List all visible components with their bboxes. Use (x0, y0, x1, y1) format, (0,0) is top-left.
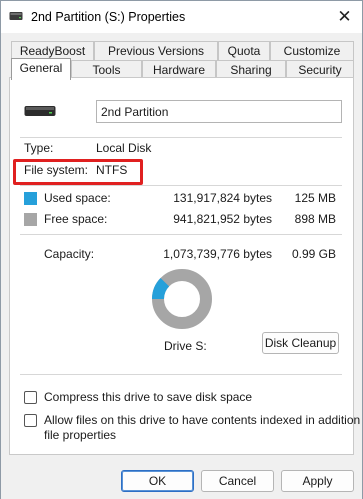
button-label: OK (148, 474, 167, 488)
free-space-size: 898 MB (294, 212, 336, 226)
tab-label: Quota (227, 44, 261, 58)
compress-label: Compress this drive to save disk space (44, 390, 253, 404)
used-space-label: Used space: (44, 191, 111, 205)
close-icon: ✕ (337, 7, 352, 26)
free-space-label: Free space: (44, 212, 108, 226)
button-label: Disk Cleanup (264, 336, 337, 350)
capacity-label: Capacity: (44, 247, 95, 261)
type-label: Type: (24, 141, 54, 155)
tab-general[interactable]: General (11, 58, 71, 80)
index-label-line2: file properties (44, 428, 117, 442)
drive-label: Drive S: (164, 339, 207, 353)
disk-cleanup-button[interactable]: Disk Cleanup (262, 332, 339, 354)
donut-free-segment (152, 269, 212, 329)
index-checkbox[interactable] (24, 414, 37, 427)
separator (20, 185, 342, 186)
button-label: Cancel (218, 474, 257, 488)
tab-label: Sharing (230, 63, 272, 77)
tab-label: General (19, 61, 63, 75)
separator (20, 374, 342, 375)
usage-donut-chart (152, 269, 212, 329)
drive-name-input[interactable] (96, 100, 342, 123)
button-label: Apply (302, 474, 333, 488)
free-space-bytes: 941,821,952 bytes (173, 212, 272, 226)
tab-quota[interactable]: Quota (218, 41, 270, 60)
apply-button[interactable]: Apply (281, 470, 354, 492)
window-title: 2nd Partition (S:) Properties (31, 10, 186, 24)
tab-label: Hardware (152, 63, 206, 77)
tab-label: Previous Versions (107, 44, 205, 58)
used-space-bytes: 131,917,824 bytes (173, 191, 272, 205)
close-button[interactable]: ✕ (327, 1, 362, 33)
type-value: Local Disk (96, 141, 152, 155)
ok-button[interactable]: OK (121, 470, 194, 492)
tab-previous-versions[interactable]: Previous Versions (94, 41, 218, 60)
dialog-client: ReadyBoost Previous Versions Quota Custo… (1, 33, 363, 499)
capacity-size: 0.99 GB (291, 247, 336, 261)
drive-icon (9, 12, 23, 20)
hard-drive-icon (24, 106, 56, 116)
tab-label: ReadyBoost (19, 44, 86, 58)
tab-label: Security (298, 63, 342, 77)
capacity-bytes: 1,073,739,776 bytes (163, 247, 272, 261)
used-space-size: 125 MB (294, 191, 336, 205)
separator (20, 137, 342, 138)
tab-label: Customize (283, 44, 341, 58)
title-bar[interactable]: 2nd Partition (S:) Properties ✕ (1, 1, 362, 33)
cancel-button[interactable]: Cancel (201, 470, 274, 492)
properties-window: 2nd Partition (S:) Properties ✕ ReadyBoo… (0, 0, 363, 499)
compress-checkbox[interactable] (24, 391, 37, 404)
free-space-swatch (24, 213, 37, 226)
file-system-label: File system: (24, 163, 89, 177)
tab-customize[interactable]: Customize (270, 41, 354, 60)
separator (20, 234, 342, 235)
used-space-swatch (24, 192, 37, 205)
file-system-value: NTFS (96, 163, 128, 177)
index-label-line1: Allow files on this drive to have conten… (44, 413, 363, 427)
general-panel: Type: Local Disk File system: NTFS Used … (9, 77, 363, 455)
tab-label: Tools (92, 63, 121, 77)
